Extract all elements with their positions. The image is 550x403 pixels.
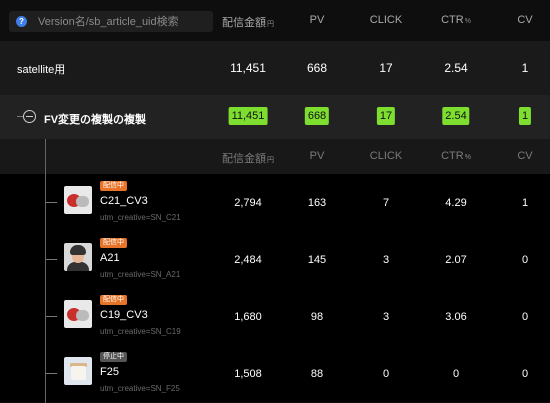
creative-ctr: 3.06 — [445, 311, 467, 323]
creative-row[interactable]: 停止中 F25 utm_creative=SN_F25 1,508 88 0 0… — [0, 345, 550, 402]
status-badge: 配信中 — [100, 181, 127, 191]
creative-name[interactable]: F25 — [100, 366, 119, 378]
shoe-thumbnail-icon[interactable] — [64, 186, 92, 214]
fv-group-name: FV変更の複製の複製 — [44, 114, 147, 126]
fv-amount-badge: 11,451 — [228, 107, 268, 125]
creative-pv: 145 — [307, 254, 327, 266]
header-ctr[interactable]: CTR% — [441, 14, 471, 26]
search-input[interactable] — [38, 12, 208, 31]
satellite-click: 17 — [379, 61, 393, 75]
cream-jar-thumbnail-icon[interactable] — [64, 357, 92, 385]
fv-cv-badge: 1 — [518, 107, 532, 125]
creative-pv: 163 — [307, 197, 327, 209]
table-header: ? 配信金額円 PV CLICK CTR% CV — [0, 0, 550, 41]
creative-name[interactable]: C21_CV3 — [100, 195, 148, 207]
sub-header-click: CLICK — [369, 150, 403, 162]
creative-pv: 88 — [310, 368, 324, 380]
header-click[interactable]: CLICK — [370, 14, 402, 26]
satellite-row[interactable]: satellite用 11,451 668 17 2.54 1 — [0, 41, 550, 95]
creative-utm: utm_creative=SN_A21 — [100, 270, 181, 279]
sub-header-amount: 配信金額円 — [222, 153, 274, 165]
sub-header-ctr: CTR% — [441, 150, 471, 162]
creative-cv: 0 — [521, 254, 529, 266]
satellite-ctr: 2.54 — [444, 61, 468, 75]
tree-connector — [46, 316, 57, 317]
creative-ctr: 2.07 — [445, 254, 467, 266]
shoe-thumbnail-icon[interactable] — [64, 300, 92, 328]
creative-click: 3 — [382, 254, 390, 266]
status-badge: 停止中 — [100, 352, 127, 362]
tree-connector — [46, 259, 57, 260]
creative-amount: 1,508 — [234, 368, 262, 380]
creative-ctr: 4.29 — [445, 197, 467, 209]
collapse-toggle-icon[interactable] — [23, 110, 36, 123]
satellite-amount: 11,451 — [230, 61, 266, 75]
fv-pv-badge: 668 — [304, 107, 330, 125]
creative-amount: 1,680 — [234, 311, 262, 323]
creative-pv: 98 — [310, 311, 324, 323]
sub-header-cv: CV — [517, 150, 533, 162]
creative-name[interactable]: C19_CV3 — [100, 309, 148, 321]
fv-click-badge: 17 — [376, 107, 396, 125]
tree-connector — [46, 373, 57, 374]
sub-header-pv: PV — [309, 150, 325, 162]
creative-cv: 1 — [521, 197, 529, 209]
tree-connector — [46, 202, 57, 203]
sub-header: 配信金額円 PV CLICK CTR% CV — [0, 139, 550, 174]
header-pv[interactable]: PV — [310, 14, 325, 26]
creative-row[interactable]: 配信中 A21 utm_creative=SN_A21 2,484 145 3 … — [0, 231, 550, 288]
header-amount[interactable]: 配信金額円 — [222, 14, 274, 30]
help-icon[interactable]: ? — [16, 16, 27, 27]
satellite-name: satellite用 — [17, 64, 66, 76]
creative-utm: utm_creative=SN_C19 — [100, 327, 181, 336]
tree-vertical-line — [45, 139, 46, 403]
creative-amount: 2,794 — [234, 197, 262, 209]
creative-utm: utm_creative=SN_C21 — [100, 213, 181, 222]
creative-utm: utm_creative=SN_F25 — [100, 384, 180, 393]
fv-ctr-badge: 2.54 — [442, 107, 470, 125]
creative-row[interactable]: 配信中 C19_CV3 utm_creative=SN_C19 1,680 98… — [0, 288, 550, 345]
creative-click: 0 — [382, 368, 390, 380]
status-badge: 配信中 — [100, 295, 127, 305]
creative-click: 7 — [382, 197, 390, 209]
creative-click: 3 — [382, 311, 390, 323]
satellite-cv: 1 — [521, 61, 529, 75]
creative-amount: 2,484 — [234, 254, 262, 266]
fv-group-row[interactable]: FV変更の複製の複製 11,451 668 17 2.54 1 — [0, 95, 550, 139]
creative-name[interactable]: A21 — [100, 252, 120, 264]
search-box[interactable]: ? — [9, 11, 213, 32]
creative-cv: 0 — [521, 368, 529, 380]
person-thumbnail-icon[interactable] — [64, 243, 92, 271]
header-cv[interactable]: CV — [517, 14, 532, 26]
creative-row[interactable]: 配信中 C21_CV3 utm_creative=SN_C21 2,794 16… — [0, 174, 550, 231]
status-badge: 配信中 — [100, 238, 127, 248]
creative-ctr: 0 — [452, 368, 460, 380]
creative-cv: 0 — [521, 311, 529, 323]
satellite-pv: 668 — [306, 61, 328, 75]
